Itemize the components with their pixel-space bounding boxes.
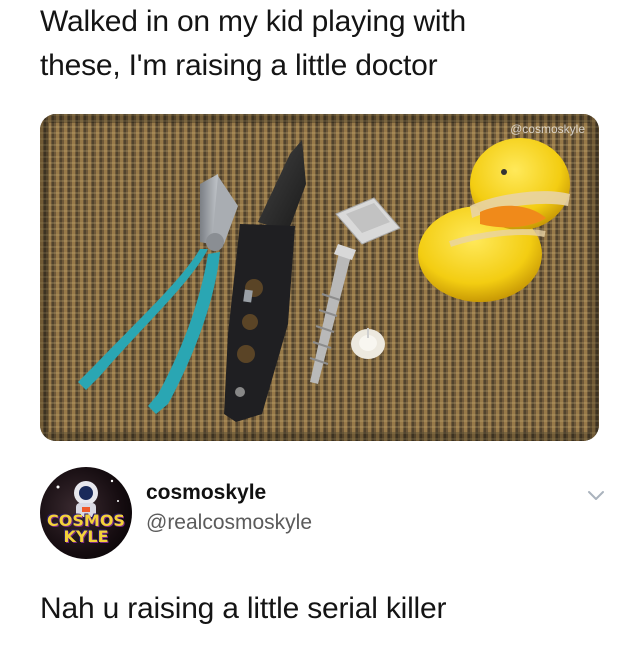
photo-watermark: @cosmoskyle: [510, 122, 585, 136]
meme-photo: @cosmoskyle: [40, 114, 599, 441]
meme-caption: Walked in on my kid playing with these, …: [40, 0, 620, 88]
tweet-text: Nah u raising a little serial killer: [40, 592, 447, 625]
caption-line-2: these, I'm raising a little doctor: [40, 49, 438, 82]
avatar[interactable]: COSMOS KYLE: [40, 467, 132, 559]
user-handle[interactable]: @realcosmoskyle: [146, 511, 312, 535]
photo-illustration: [40, 114, 599, 441]
avatar-text-kyle: KYLE: [63, 527, 109, 546]
caption-line-1: Walked in on my kid playing with: [40, 5, 467, 38]
tweet-header: COSMOS KYLE cosmoskyle @realcosmoskyle: [40, 467, 610, 567]
chevron-down-icon[interactable]: [586, 489, 606, 503]
display-name[interactable]: cosmoskyle: [146, 481, 266, 505]
